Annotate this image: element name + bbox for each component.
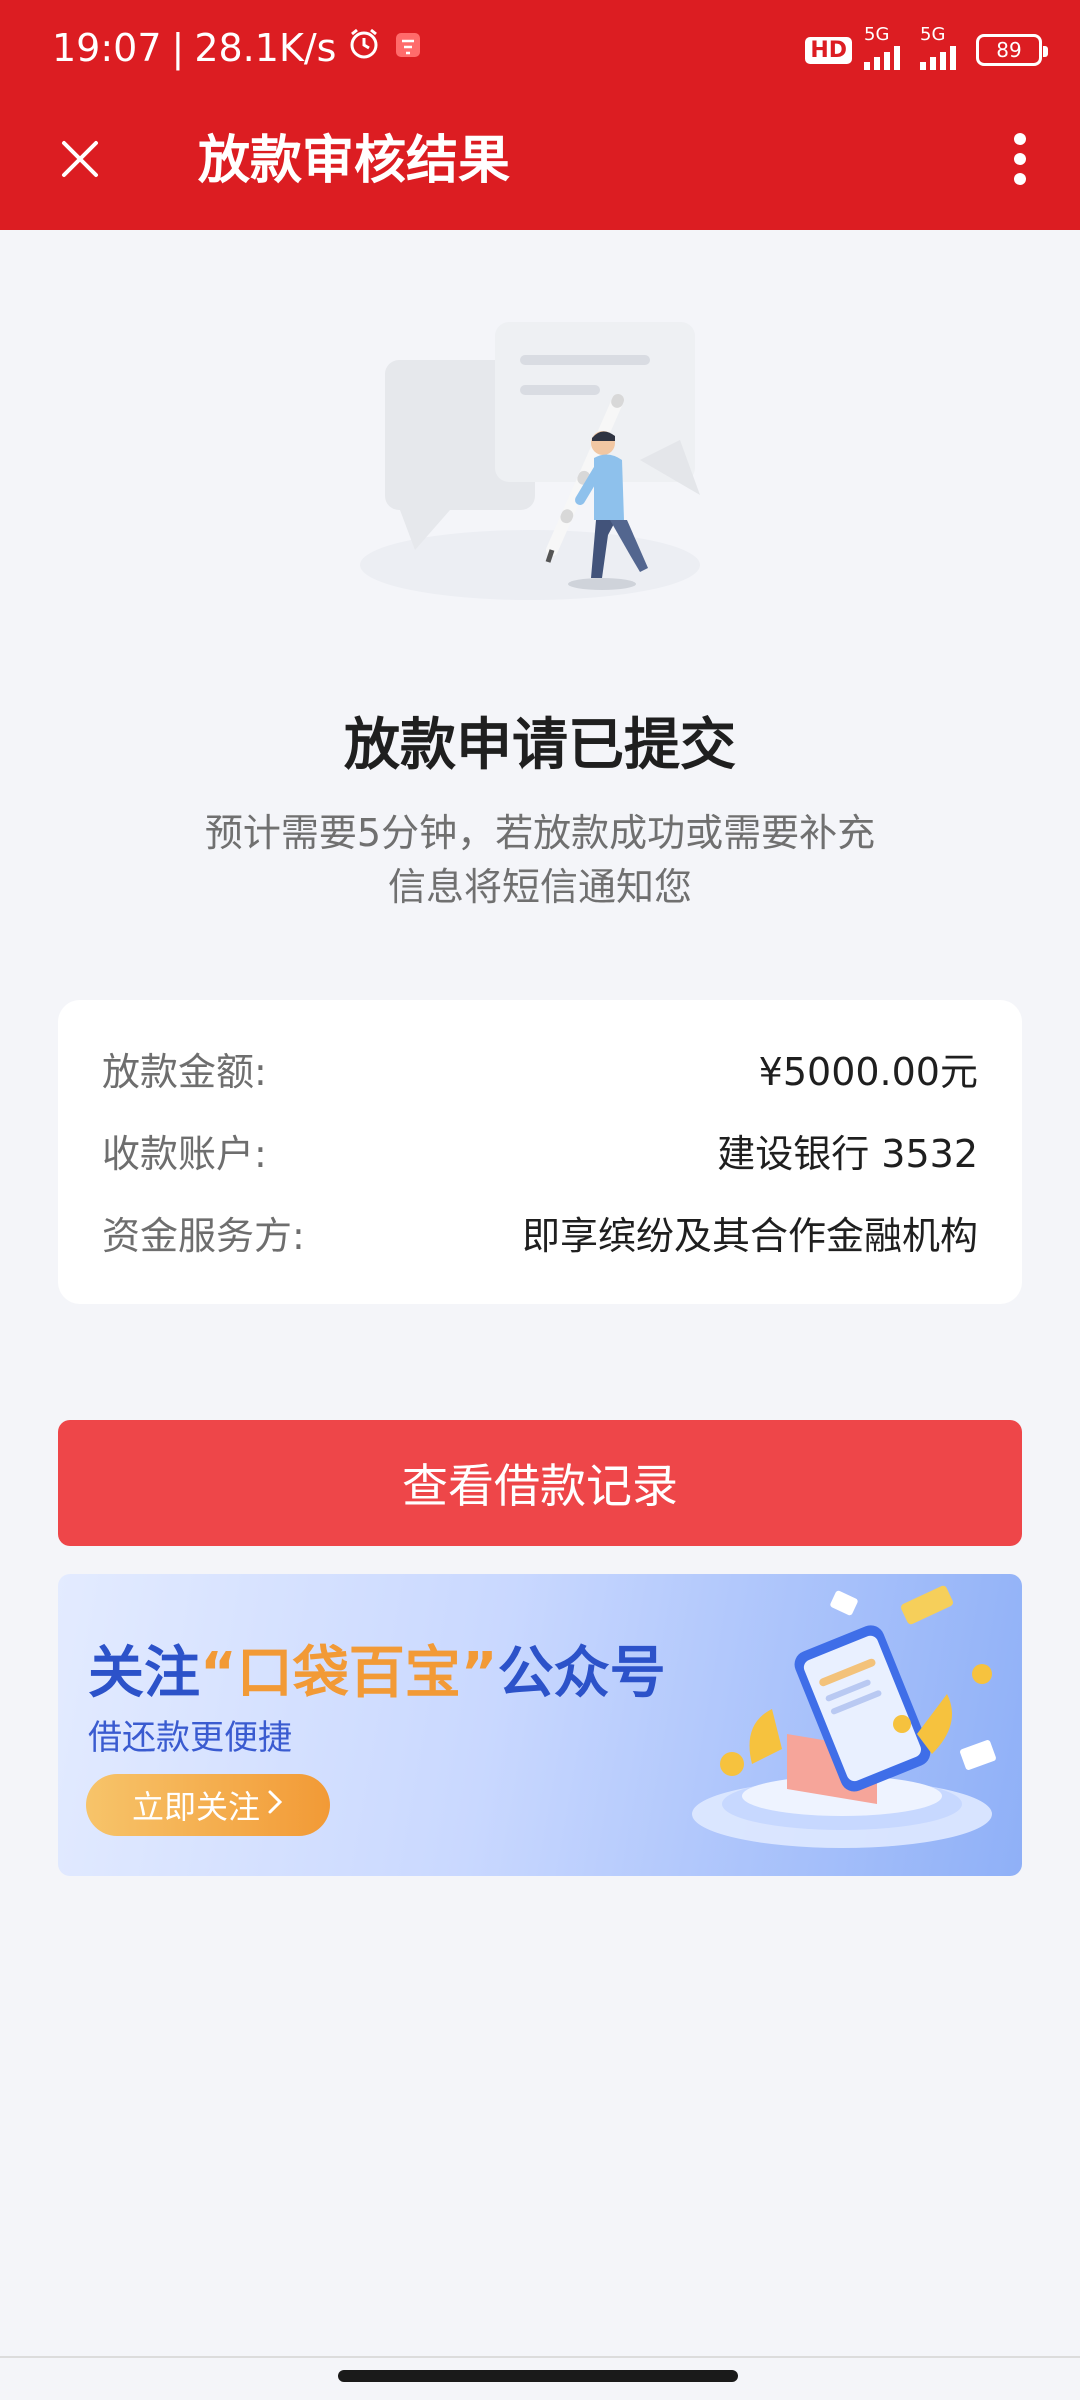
detail-value: 建设银行 3532	[717, 1131, 978, 1176]
network-type-2: 5G	[920, 24, 946, 45]
app-notification-icon	[392, 26, 424, 70]
result-description-line-1: 预计需要5分钟，若放款成功或需要补充	[204, 811, 876, 855]
detail-label: 资金服务方:	[102, 1213, 305, 1258]
status-bar: 19:07 | 28.1K/s HD 5G 5G 89	[0, 0, 1080, 96]
phone-illustration	[662, 1574, 1022, 1876]
banner-title-suffix: 公众号	[497, 1641, 666, 1706]
close-icon	[58, 137, 102, 185]
bottom-divider	[0, 2356, 1080, 2358]
result-description-line-2: 信息将短信通知您	[387, 865, 692, 909]
battery-icon: 89	[976, 34, 1048, 66]
banner-title-highlight: “口袋百宝”	[200, 1641, 498, 1706]
detail-value: 即享缤纷及其合作金融机构	[521, 1213, 978, 1258]
page-title: 放款审核结果	[198, 131, 511, 191]
status-time: 19:07	[52, 26, 162, 70]
signal-bars-icon	[864, 44, 908, 74]
close-button[interactable]	[40, 121, 120, 201]
detail-row-account: 收款账户: 建设银行 3532	[102, 1120, 978, 1180]
more-options-button[interactable]	[980, 121, 1060, 201]
loan-details-card: 放款金额: ¥5000.00元 收款账户: 建设银行 3532 资金服务方: 即…	[58, 1000, 1022, 1304]
banner-title-prefix: 关注	[88, 1641, 200, 1706]
result-headline: 放款申请已提交	[344, 713, 736, 778]
banner-title: 关注“口袋百宝”公众号	[88, 1628, 666, 1709]
follow-account-banner[interactable]: 关注“口袋百宝”公众号 借还款更便捷 立即关注	[58, 1574, 1022, 1876]
chevron-right-icon	[266, 1786, 284, 1824]
result-description: 预计需要5分钟，若放款成功或需要补充 信息将短信通知您	[140, 806, 940, 914]
alarm-icon	[346, 26, 382, 71]
signal-bars-icon	[920, 44, 964, 74]
detail-value: ¥5000.00元	[758, 1049, 978, 1094]
follow-now-label: 立即关注	[131, 1788, 260, 1826]
status-right: HD 5G 5G 89	[805, 24, 1048, 76]
detail-label: 放款金额:	[102, 1049, 267, 1094]
detail-label: 收款账户:	[102, 1131, 267, 1176]
follow-now-button[interactable]: 立即关注	[86, 1774, 330, 1836]
more-vertical-icon	[1012, 133, 1028, 189]
view-loan-records-button[interactable]: 查看借款记录	[58, 1420, 1022, 1546]
detail-row-provider: 资金服务方: 即享缤纷及其合作金融机构	[102, 1202, 978, 1262]
status-left: 19:07 | 28.1K/s	[52, 22, 424, 74]
status-divider: |	[171, 26, 185, 70]
app-header: 19:07 | 28.1K/s HD 5G 5G 89 放款审核结果	[0, 0, 1080, 230]
home-indicator[interactable]	[338, 2370, 738, 2382]
submitted-illustration	[340, 310, 740, 600]
banner-subtitle: 借还款更便捷	[88, 1718, 292, 1758]
signal-1: 5G	[864, 26, 908, 74]
detail-row-amount: 放款金额: ¥5000.00元	[102, 1038, 978, 1098]
navigation-bar: 放款审核结果	[0, 96, 1080, 226]
hd-badge: HD	[805, 36, 852, 64]
signal-2: 5G	[920, 26, 964, 74]
battery-level: 89	[996, 38, 1022, 62]
network-type-1: 5G	[864, 24, 890, 45]
network-speed: 28.1K/s	[194, 26, 337, 70]
